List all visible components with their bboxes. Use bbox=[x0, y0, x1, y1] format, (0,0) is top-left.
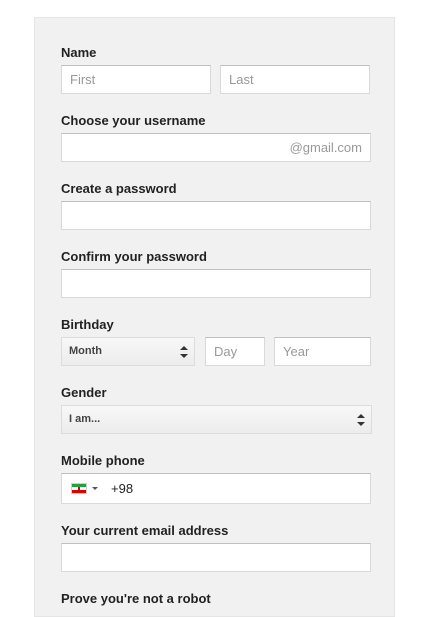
current-email-label: Your current email address bbox=[61, 523, 229, 538]
month-select[interactable]: Month bbox=[61, 337, 195, 366]
year-input[interactable]: Year bbox=[274, 337, 371, 366]
mobile-phone-label: Mobile phone bbox=[61, 453, 145, 468]
gender-label: Gender bbox=[61, 385, 107, 400]
robot-check-label: Prove you're not a robot bbox=[61, 591, 211, 606]
iran-flag-icon[interactable] bbox=[71, 483, 87, 494]
username-input[interactable]: @gmail.com bbox=[61, 133, 371, 162]
first-name-placeholder: First bbox=[70, 72, 96, 87]
signup-form: Name First Last Choose your username @gm… bbox=[34, 17, 395, 617]
select-arrows-icon bbox=[357, 414, 365, 426]
month-select-value: Month bbox=[69, 345, 102, 357]
birthday-label: Birthday bbox=[61, 317, 114, 332]
phone-country-code: +98 bbox=[111, 481, 134, 496]
select-arrows-icon bbox=[180, 346, 188, 358]
current-email-input[interactable] bbox=[61, 543, 371, 572]
gmail-suffix: @gmail.com bbox=[289, 140, 362, 155]
gender-select-value: I am... bbox=[69, 413, 101, 425]
last-name-placeholder: Last bbox=[229, 72, 254, 87]
first-name-input[interactable]: First bbox=[61, 65, 211, 94]
confirm-password-label: Confirm your password bbox=[61, 249, 207, 264]
confirm-password-input[interactable] bbox=[61, 269, 371, 298]
mobile-phone-input[interactable]: +98 bbox=[61, 473, 371, 504]
password-label: Create a password bbox=[61, 181, 177, 196]
day-placeholder: Day bbox=[214, 344, 238, 359]
last-name-input[interactable]: Last bbox=[220, 65, 370, 94]
password-input[interactable] bbox=[61, 201, 371, 230]
gender-select[interactable]: I am... bbox=[61, 405, 372, 434]
username-label: Choose your username bbox=[61, 113, 206, 128]
country-dropdown-icon[interactable] bbox=[92, 487, 98, 490]
year-placeholder: Year bbox=[283, 344, 310, 359]
name-label: Name bbox=[61, 45, 97, 60]
day-input[interactable]: Day bbox=[205, 337, 265, 366]
